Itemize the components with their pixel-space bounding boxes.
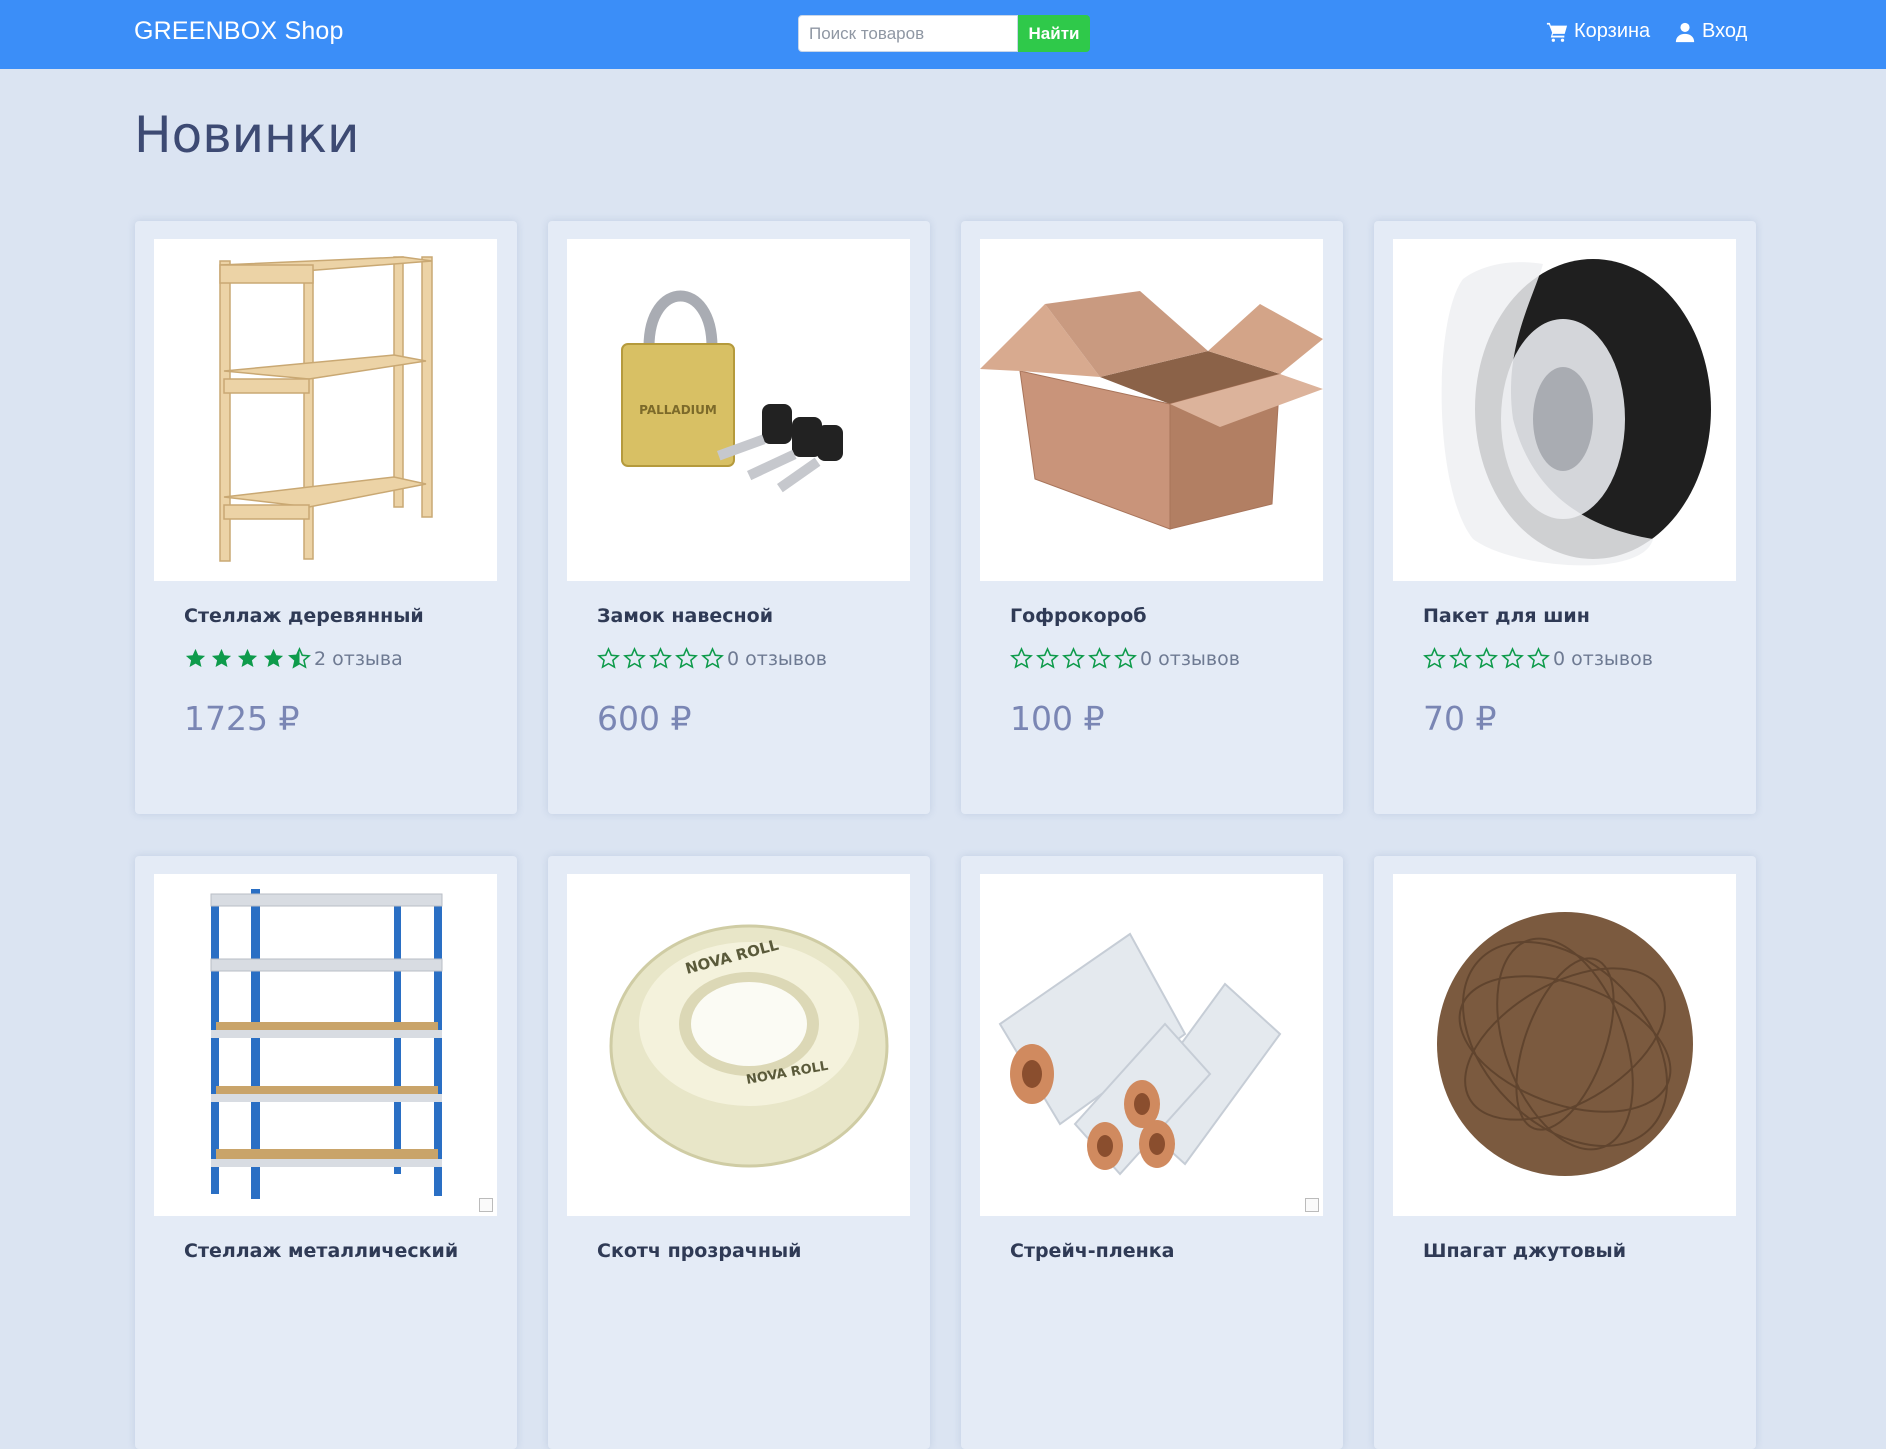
- review-count[interactable]: 0 отзывов: [1553, 648, 1653, 670]
- product-title[interactable]: Скотч прозрачный: [597, 1240, 801, 1262]
- tape-roll-image: NOVA ROLL NOVA ROLL: [609, 924, 889, 1168]
- product-price: 600 ₽: [597, 699, 692, 738]
- product-image[interactable]: [1393, 874, 1736, 1216]
- product-price: 100 ₽: [1010, 699, 1105, 738]
- star-empty-icon: [701, 647, 724, 669]
- product-card[interactable]: PALLADIUM Замок навесной 0 отзывов 600 ₽: [548, 221, 930, 814]
- product-price: 1725 ₽: [184, 699, 300, 738]
- product-card[interactable]: Шпагат джутовый: [1374, 856, 1756, 1449]
- star-empty-icon: [649, 647, 672, 669]
- product-card[interactable]: Пакет для шин 0 отзывов 70 ₽: [1374, 221, 1756, 814]
- star-empty-icon: [1114, 647, 1137, 669]
- product-rating: 2 отзыва: [184, 647, 403, 670]
- search-input[interactable]: [798, 15, 1018, 52]
- page-title: Новинки: [134, 106, 360, 164]
- star-empty-icon: [1423, 647, 1446, 669]
- star-empty-icon: [623, 647, 646, 669]
- stretch-film-image: [998, 932, 1282, 1176]
- product-card[interactable]: Стрейч-пленка: [961, 856, 1343, 1449]
- star-empty-icon: [1527, 647, 1550, 669]
- tire-bag-image: [1441, 259, 1711, 566]
- svg-text:PALLADIUM: PALLADIUM: [639, 403, 717, 417]
- star-empty-icon: [675, 647, 698, 669]
- product-title[interactable]: Замок навесной: [597, 605, 773, 627]
- star-empty-icon: [1036, 647, 1059, 669]
- star-filled-icon: [263, 648, 284, 668]
- product-image[interactable]: [980, 874, 1323, 1216]
- product-image[interactable]: [154, 239, 497, 581]
- star-empty-icon: [1062, 647, 1085, 669]
- product-title[interactable]: Стеллаж металлический: [184, 1240, 458, 1262]
- star-empty-icon: [1475, 647, 1498, 669]
- product-rating: 0 отзывов: [1423, 647, 1653, 670]
- product-card[interactable]: NOVA ROLL NOVA ROLL Скотч прозрачный: [548, 856, 930, 1449]
- star-empty-icon: [1449, 647, 1472, 669]
- product-rating: 0 отзывов: [1010, 647, 1240, 670]
- login-link[interactable]: Вход: [1674, 20, 1747, 43]
- search-button[interactable]: Найти: [1018, 15, 1090, 52]
- star-empty-icon: [1088, 647, 1111, 669]
- product-title[interactable]: Стрейч-пленка: [1010, 1240, 1174, 1262]
- padlock-image: PALLADIUM: [621, 290, 843, 493]
- star-empty-icon: [597, 647, 620, 669]
- review-count[interactable]: 0 отзывов: [727, 648, 827, 670]
- brand-logo-link[interactable]: GREENBOX Shop: [134, 17, 344, 46]
- login-label: Вход: [1702, 20, 1748, 42]
- search-form: Найти: [798, 15, 1090, 52]
- jute-twine-image: [1437, 912, 1693, 1176]
- product-title[interactable]: Стеллаж деревянный: [184, 605, 424, 627]
- product-title[interactable]: Шпагат джутовый: [1423, 1240, 1626, 1262]
- review-count[interactable]: 0 отзывов: [1140, 648, 1240, 670]
- broken-image-icon: [1305, 1198, 1319, 1212]
- product-image[interactable]: [980, 239, 1323, 581]
- rating-stars: [597, 647, 724, 670]
- star-half-icon: [288, 647, 311, 669]
- star-filled-icon: [237, 648, 258, 668]
- product-price: 70 ₽: [1423, 699, 1497, 738]
- user-icon: [1675, 22, 1695, 42]
- cart-link[interactable]: Корзина: [1546, 20, 1650, 43]
- star-filled-icon: [211, 648, 232, 668]
- cart-label: Корзина: [1574, 20, 1651, 42]
- product-image[interactable]: [1393, 239, 1736, 581]
- product-title[interactable]: Пакет для шин: [1423, 605, 1590, 627]
- wooden-shelf-image: [219, 256, 433, 562]
- star-filled-icon: [185, 648, 206, 668]
- product-card[interactable]: Стеллаж деревянный 2 отзыва 1725 ₽: [135, 221, 517, 814]
- navbar: GREENBOX Shop Найти Корзина Вход: [0, 0, 1886, 69]
- star-empty-icon: [1010, 647, 1033, 669]
- star-empty-icon: [1501, 647, 1524, 669]
- product-title[interactable]: Гофрокороб: [1010, 605, 1147, 627]
- product-card[interactable]: Гофрокороб 0 отзывов 100 ₽: [961, 221, 1343, 814]
- broken-image-icon: [479, 1198, 493, 1212]
- rating-stars: [1010, 647, 1137, 670]
- product-card[interactable]: Стеллаж металлический: [135, 856, 517, 1449]
- product-image[interactable]: NOVA ROLL NOVA ROLL: [567, 874, 910, 1216]
- product-rating: 0 отзывов: [597, 647, 827, 670]
- rating-stars: [1423, 647, 1550, 670]
- product-image[interactable]: [154, 874, 497, 1216]
- review-count[interactable]: 2 отзыва: [314, 648, 403, 670]
- cart-icon: [1546, 22, 1568, 42]
- metal-shelf-image: [210, 889, 443, 1199]
- rating-stars: [184, 647, 311, 670]
- cardboard-box-image: [980, 291, 1323, 530]
- product-image[interactable]: PALLADIUM: [567, 239, 910, 581]
